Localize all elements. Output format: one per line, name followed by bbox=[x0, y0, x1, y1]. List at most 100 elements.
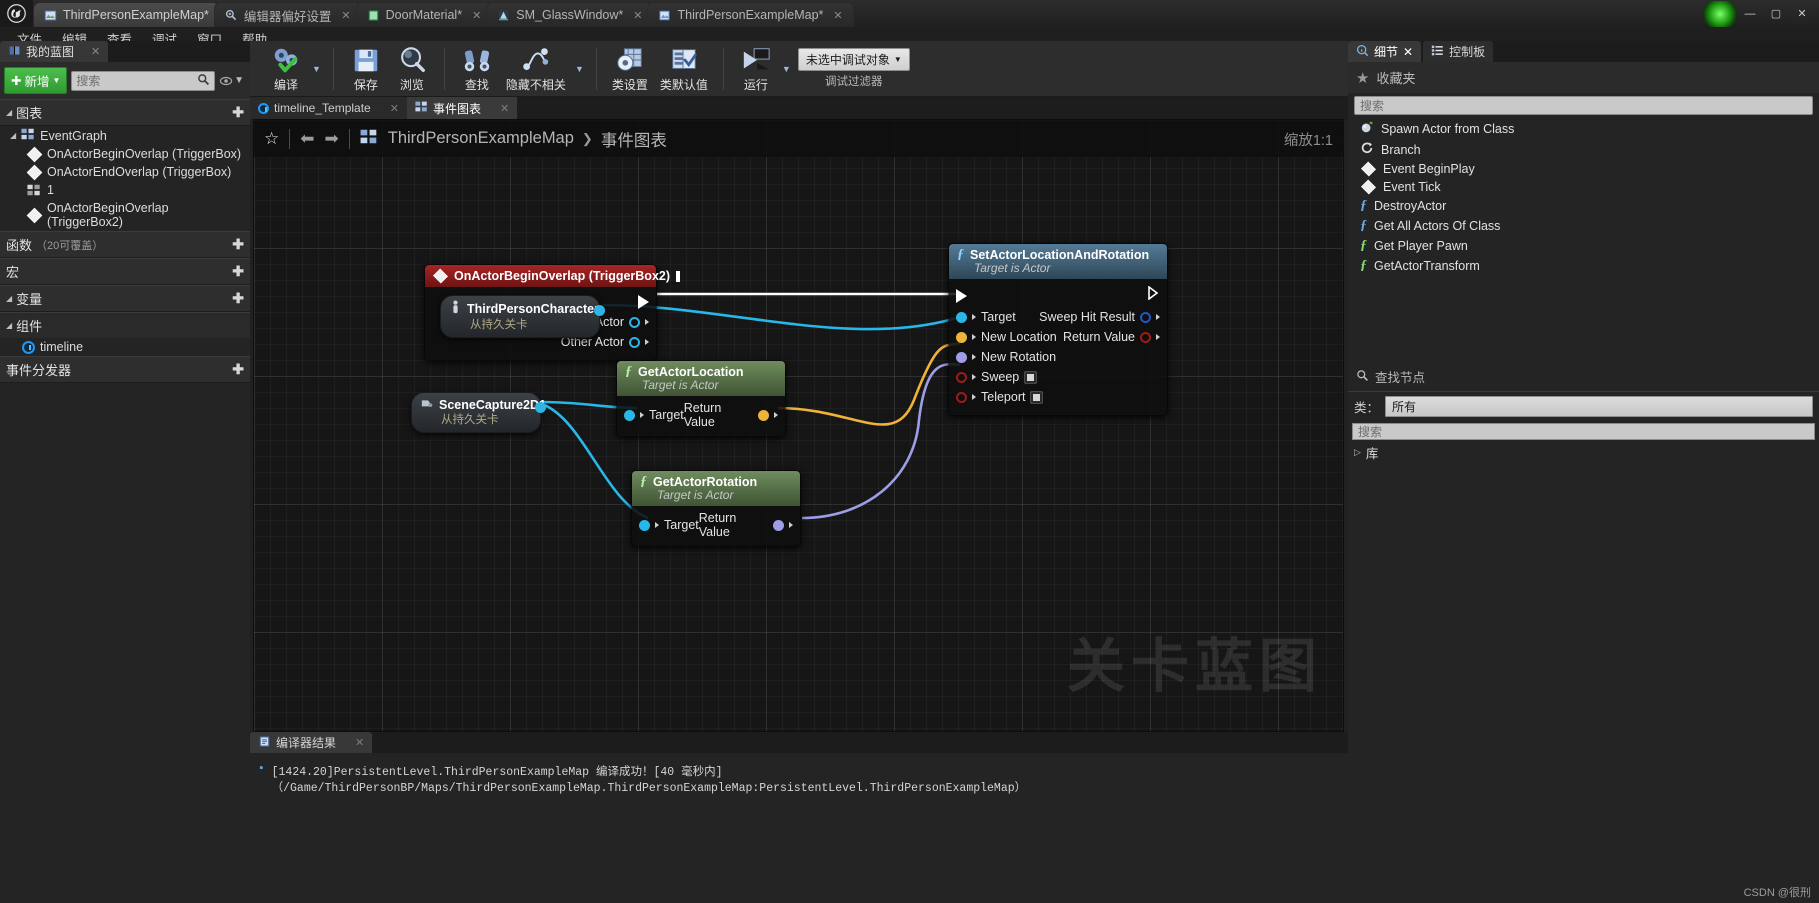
section-components[interactable]: ◢ 组件 bbox=[0, 312, 250, 338]
compiler-log-body[interactable]: ▪ [1424.20]PersistentLevel.ThirdPersonEx… bbox=[250, 753, 1348, 805]
pin-sweep-hit-result[interactable]: Sweep Hit Result bbox=[1039, 310, 1160, 324]
pin-target[interactable]: Target bbox=[639, 518, 699, 532]
pin-target[interactable]: Target bbox=[956, 310, 1016, 324]
class-filter-dropdown[interactable]: 所有 bbox=[1385, 396, 1813, 417]
add-dispatcher-button[interactable]: ✚ bbox=[232, 361, 244, 378]
tree-item-event-1[interactable]: OnActorEndOverlap (TriggerBox) bbox=[0, 163, 250, 181]
close-icon[interactable]: ✕ bbox=[390, 102, 399, 115]
palette-search-input[interactable]: 搜索 bbox=[1354, 96, 1813, 115]
tree-item-event-0[interactable]: OnActorBeginOverlap (TriggerBox) bbox=[0, 145, 250, 163]
node-get-actor-rotation[interactable]: ƒ GetActorRotation Target is Actor Targe… bbox=[631, 470, 801, 547]
pin-teleport[interactable]: Teleport bbox=[956, 390, 1044, 404]
find-button[interactable]: 查找 bbox=[454, 43, 500, 95]
add-variable-button[interactable]: ✚ bbox=[232, 290, 244, 307]
node-get-actor-location[interactable]: ƒ GetActorLocation Target is Actor Targe… bbox=[616, 360, 786, 437]
section-graphs[interactable]: ◢ 图表 ✚ bbox=[0, 99, 250, 126]
add-macro-button[interactable]: ✚ bbox=[232, 263, 244, 280]
my-blueprint-search-input[interactable]: 搜索 bbox=[71, 70, 216, 91]
close-icon[interactable]: ✕ bbox=[355, 736, 364, 749]
close-icon[interactable]: ✕ bbox=[833, 9, 842, 22]
class-settings-button[interactable]: 类设置 bbox=[606, 43, 654, 95]
save-button[interactable]: 保存 bbox=[343, 43, 389, 95]
tree-item-eventgraph[interactable]: ◢ EventGraph bbox=[0, 126, 250, 145]
palette-item-event-beginplay[interactable]: Event BeginPlay bbox=[1348, 160, 1819, 178]
maximize-button[interactable]: ▢ bbox=[1763, 1, 1789, 27]
blueprint-graph-canvas[interactable]: OnActorBeginOverlap (TriggerBox2) Overla… bbox=[253, 119, 1344, 732]
close-icon[interactable]: ✕ bbox=[1403, 45, 1413, 59]
pin-return-value[interactable]: Return Value bbox=[684, 401, 778, 429]
chevron-down-icon[interactable]: ▼ bbox=[575, 64, 584, 74]
chevron-down-icon[interactable]: ▼ bbox=[312, 64, 321, 74]
tab-my-blueprint[interactable]: 我的蓝图 ✕ bbox=[0, 41, 109, 62]
window-tab-0[interactable]: ThirdPersonExampleMap* bbox=[33, 2, 220, 27]
forward-arrow-icon[interactable]: ➡ bbox=[325, 129, 339, 149]
var-output-pin[interactable] bbox=[594, 305, 605, 316]
var-output-pin[interactable] bbox=[535, 402, 546, 413]
back-arrow-icon[interactable]: ⬅ bbox=[300, 129, 314, 149]
palette-item-branch[interactable]: Branch bbox=[1348, 139, 1819, 160]
debug-object-dropdown[interactable]: 未选中调试对象 ▼ bbox=[797, 48, 910, 71]
close-icon[interactable]: ✕ bbox=[91, 45, 100, 58]
add-function-button[interactable]: ✚ bbox=[232, 236, 244, 253]
palette-item-spawn-actor[interactable]: Spawn Actor from Class bbox=[1348, 118, 1819, 139]
palette-item-get-player-pawn[interactable]: ƒ Get Player Pawn bbox=[1348, 236, 1819, 256]
pin-return-value[interactable]: Return Value bbox=[1063, 330, 1160, 344]
browse-button[interactable]: 浏览 bbox=[389, 43, 435, 95]
pin-target[interactable]: Target bbox=[624, 408, 684, 422]
close-icon[interactable]: ✕ bbox=[472, 9, 481, 22]
visibility-options-button[interactable]: ▼ bbox=[219, 74, 246, 88]
window-tab-1[interactable]: 编辑器偏好设置 ✕ bbox=[213, 2, 362, 27]
event-delegate-pin[interactable] bbox=[676, 270, 681, 282]
pin-return-value[interactable]: Return Value bbox=[699, 511, 793, 539]
compiler-log-line[interactable]: ▪ [1424.20]PersistentLevel.ThirdPersonEx… bbox=[258, 763, 1340, 795]
window-tab-3[interactable]: SM_GlassWindow* ✕ bbox=[486, 2, 654, 27]
favorites-header[interactable]: ★ 收藏夹 bbox=[1348, 62, 1819, 93]
pin-new-location[interactable]: New Location bbox=[956, 330, 1057, 344]
window-tab-4[interactable]: ThirdPersonExampleMap* ✕ bbox=[647, 2, 854, 27]
node-var-third-person-character[interactable]: ThirdPersonCharacter 从持久关卡 bbox=[440, 295, 605, 338]
palette-item-get-all-actors-of-class[interactable]: ƒ Get All Actors Of Class bbox=[1348, 216, 1819, 236]
hide-unrelated-button[interactable]: 隐藏不相关 bbox=[500, 43, 572, 95]
palette-item-destroy-actor[interactable]: ƒ DestroyActor bbox=[1348, 196, 1819, 216]
exec-out-pin[interactable] bbox=[638, 295, 649, 309]
minimize-button[interactable]: — bbox=[1737, 1, 1763, 27]
section-variables[interactable]: ◢ 变量 ✚ bbox=[0, 285, 250, 312]
tab-timeline-template[interactable]: timeline_Template ✕ bbox=[250, 97, 407, 119]
close-icon[interactable]: ✕ bbox=[341, 9, 350, 22]
window-tab-2[interactable]: DoorMaterial* ✕ bbox=[355, 2, 493, 27]
breadcrumb-root[interactable]: ThirdPersonExampleMap bbox=[388, 129, 574, 148]
palette-item-get-actor-transform[interactable]: ƒ GetActorTransform bbox=[1348, 256, 1819, 276]
exec-in-pin[interactable] bbox=[956, 288, 967, 303]
compile-button[interactable]: 编译 bbox=[263, 43, 309, 95]
node-var-scene-capture-2d1[interactable]: SceneCapture2D1 从持久关卡 bbox=[411, 392, 546, 433]
pin-sweep[interactable]: Sweep bbox=[956, 370, 1038, 384]
tab-details[interactable]: 细节 ✕ bbox=[1348, 41, 1422, 62]
sweep-checkbox[interactable] bbox=[1024, 370, 1038, 384]
tree-item-event-3[interactable]: OnActorBeginOverlap (TriggerBox2) bbox=[0, 199, 250, 231]
pin-new-rotation[interactable]: New Rotation bbox=[956, 350, 1056, 364]
library-tree-root[interactable]: ▷ 库 bbox=[1348, 440, 1819, 465]
node-set-actor-location-and-rotation[interactable]: ƒ SetActorLocationAndRotation Target is … bbox=[948, 243, 1168, 416]
close-window-button[interactable]: ✕ bbox=[1789, 1, 1815, 27]
chevron-down-icon[interactable]: ▼ bbox=[782, 64, 791, 74]
play-button[interactable]: 运行 bbox=[733, 43, 779, 95]
tab-palette[interactable]: 控制板 bbox=[1423, 41, 1494, 62]
section-event-dispatchers[interactable]: 事件分发器 ✚ bbox=[0, 356, 250, 383]
bookmark-star-icon[interactable]: ☆ bbox=[264, 129, 279, 149]
palette-item-event-tick[interactable]: Event Tick bbox=[1348, 178, 1819, 196]
tab-compiler-results[interactable]: 编译器结果 ✕ bbox=[250, 732, 373, 753]
add-graph-button[interactable]: ✚ bbox=[232, 104, 244, 121]
breadcrumb-leaf[interactable]: 事件图表 bbox=[601, 127, 667, 151]
teleport-checkbox[interactable] bbox=[1030, 390, 1044, 404]
class-defaults-button[interactable]: 类默认值 bbox=[654, 43, 714, 95]
tree-item-component-timeline[interactable]: timeline bbox=[0, 338, 250, 356]
close-icon[interactable]: ✕ bbox=[500, 102, 509, 115]
section-functions[interactable]: 函数 （20可覆盖） ✚ bbox=[0, 231, 250, 258]
exec-out-pin[interactable] bbox=[1148, 285, 1160, 305]
find-node-search[interactable]: 查找节点 bbox=[1348, 361, 1819, 392]
section-macros[interactable]: 宏 ✚ bbox=[0, 258, 250, 285]
tab-event-graph[interactable]: 事件图表 ✕ bbox=[406, 97, 518, 119]
tree-item-event-2[interactable]: 1 bbox=[0, 181, 250, 199]
add-new-button[interactable]: ✚ 新增 ▼ bbox=[4, 67, 68, 94]
library-search-input[interactable]: 搜索 bbox=[1352, 423, 1815, 440]
